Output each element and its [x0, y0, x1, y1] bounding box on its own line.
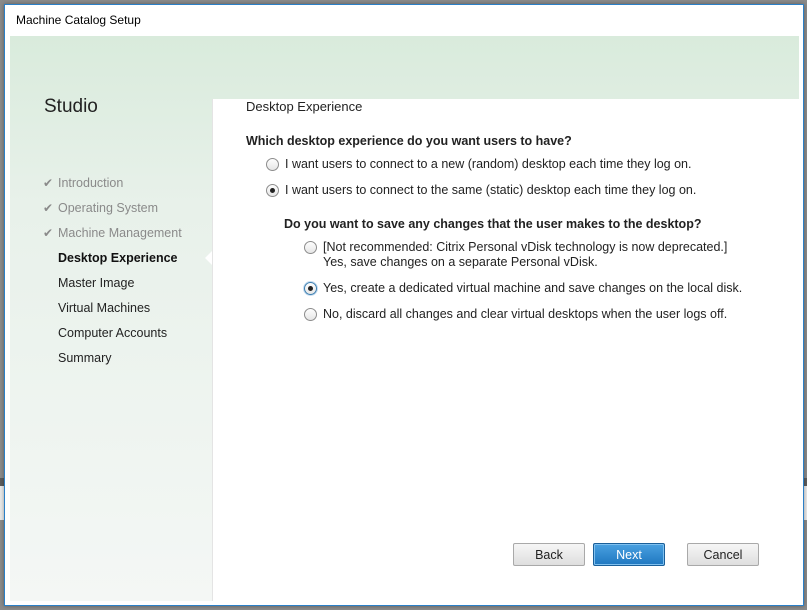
step-virtual-machines: Virtual Machines [43, 296, 182, 321]
option-label: Yes, create a dedicated virtual machine … [323, 281, 743, 295]
step-summary: Summary [43, 346, 182, 371]
radio-circle[interactable] [304, 308, 317, 321]
check-icon: ✔ [43, 201, 54, 215]
step-label: Operating System [58, 201, 159, 215]
radio-discard-changes[interactable]: No, discard all changes and clear virtua… [304, 307, 727, 322]
radio-dedicated-vm-local-disk[interactable]: Yes, create a dedicated virtual machine … [304, 281, 742, 296]
radio-random-desktop[interactable]: I want users to connect to a new (random… [266, 157, 691, 172]
question-save-changes: Do you want to save any changes that the… [284, 217, 702, 231]
step-label: Master Image [58, 276, 135, 290]
step-desktop-experience[interactable]: Desktop Experience [43, 246, 182, 271]
step-label: Introduction [58, 176, 124, 190]
option-label: I want users to connect to the same (sta… [285, 183, 697, 197]
section-title: Desktop Experience [246, 99, 363, 114]
studio-title: Studio [44, 96, 98, 117]
step-label: Summary [58, 351, 112, 365]
radio-personal-vdisk[interactable]: [Not recommended: Citrix Personal vDisk … [304, 240, 727, 270]
wizard-sidebar: Studio ✔ Introduction ✔ Operating System… [10, 36, 210, 601]
radio-circle[interactable] [304, 282, 317, 295]
wizard-steps: ✔ Introduction ✔ Operating System ✔ Mach… [43, 171, 182, 371]
step-operating-system[interactable]: ✔ Operating System [43, 196, 182, 221]
cancel-button[interactable]: Cancel [687, 543, 759, 566]
option-line-1: [Not recommended: Citrix Personal vDisk … [323, 240, 728, 254]
wizard-client-area: Studio ✔ Introduction ✔ Operating System… [10, 36, 799, 601]
window-title: Machine Catalog Setup [5, 5, 803, 35]
check-icon: ✔ [43, 226, 54, 240]
check-icon: ✔ [43, 176, 54, 190]
step-label: Computer Accounts [58, 326, 168, 340]
step-computer-accounts: Computer Accounts [43, 321, 182, 346]
step-label: Desktop Experience [58, 251, 178, 265]
radio-circle[interactable] [266, 184, 279, 197]
radio-circle[interactable] [266, 158, 279, 171]
option-line-2: Yes, save changes on a separate Personal… [323, 255, 598, 269]
back-button[interactable]: Back [513, 543, 585, 566]
machine-catalog-setup-window: Machine Catalog Setup Studio ✔ Introduct… [4, 4, 804, 606]
step-label: Machine Management [58, 226, 182, 240]
step-label: Virtual Machines [58, 301, 151, 315]
content-panel: Desktop Experience Which desktop experie… [212, 99, 799, 601]
step-machine-management[interactable]: ✔ Machine Management [43, 221, 182, 246]
step-introduction[interactable]: ✔ Introduction [43, 171, 182, 196]
next-button[interactable]: Next [593, 543, 665, 566]
option-label: I want users to connect to a new (random… [285, 157, 692, 171]
option-label: [Not recommended: Citrix Personal vDisk … [323, 240, 727, 270]
step-master-image: Master Image [43, 271, 182, 296]
radio-static-desktop[interactable]: I want users to connect to the same (sta… [266, 183, 696, 198]
option-label: No, discard all changes and clear virtua… [323, 307, 728, 321]
question-desktop-experience: Which desktop experience do you want use… [246, 134, 572, 148]
radio-circle[interactable] [304, 241, 317, 254]
